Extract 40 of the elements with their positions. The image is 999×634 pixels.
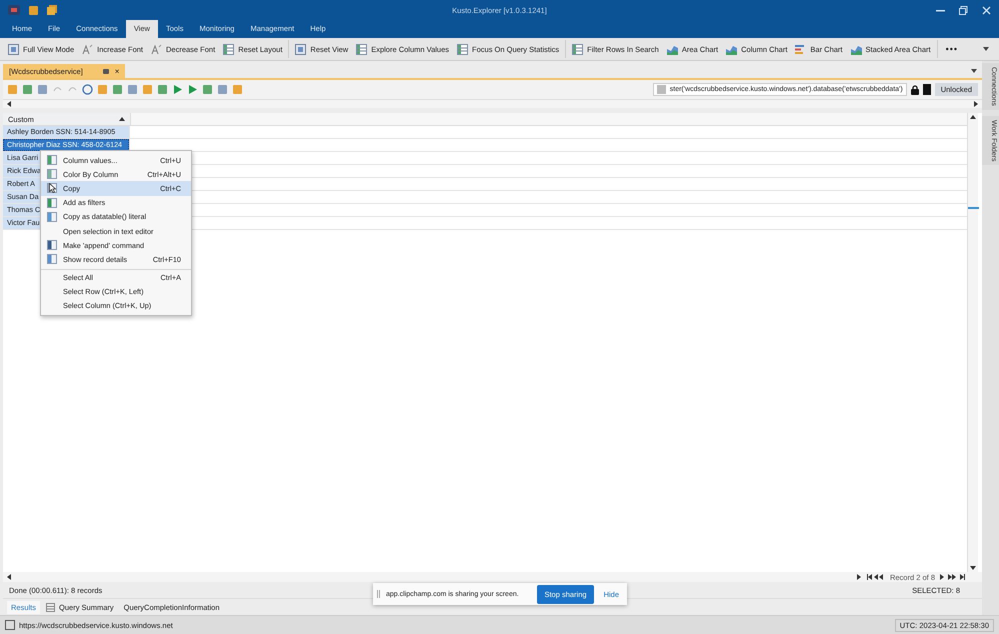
grid-icon (47, 155, 57, 166)
scroll-right-icon[interactable] (974, 101, 978, 107)
drag-handle-icon[interactable] (377, 590, 380, 598)
server-icon (5, 620, 15, 630)
table-icon (572, 44, 584, 54)
area-chart-icon (726, 44, 738, 54)
area-chart-icon (850, 44, 862, 54)
table-icon (457, 44, 468, 54)
scroll-up-icon[interactable] (970, 115, 976, 119)
area-chart-icon (666, 44, 678, 54)
grid-icon (47, 254, 57, 264)
close-tab-button[interactable]: × (114, 66, 120, 76)
scroll-down-icon[interactable] (970, 566, 976, 570)
more-button[interactable]: ••• (940, 44, 964, 54)
pin-icon[interactable] (102, 68, 109, 74)
play-icon[interactable] (187, 84, 198, 95)
record-navigation-icon[interactable] (940, 574, 968, 580)
grid-icon (47, 169, 57, 180)
scroll-left-icon[interactable] (7, 574, 11, 580)
restore-icon[interactable] (959, 6, 968, 14)
table-icon (356, 44, 368, 54)
sort-icon[interactable] (119, 117, 125, 121)
clock-icon[interactable] (82, 84, 93, 95)
grid-icon (47, 212, 57, 222)
record-navigation-icon[interactable] (856, 574, 885, 580)
dropdown-icon[interactable] (983, 47, 989, 51)
close-icon[interactable] (982, 6, 991, 14)
grid-icon (47, 240, 57, 250)
play-icon[interactable] (172, 84, 183, 95)
font-size-icon (151, 44, 162, 54)
font-size-icon (82, 44, 94, 54)
dropdown-icon[interactable] (971, 68, 977, 72)
scroll-left-icon[interactable] (7, 101, 11, 107)
bar-chart-icon (795, 44, 806, 54)
frame-icon (295, 44, 306, 54)
frame-icon (8, 44, 19, 54)
app-logo-icon (8, 5, 20, 15)
table-icon (46, 602, 56, 612)
lock-icon (910, 84, 919, 94)
table-icon (223, 44, 234, 54)
